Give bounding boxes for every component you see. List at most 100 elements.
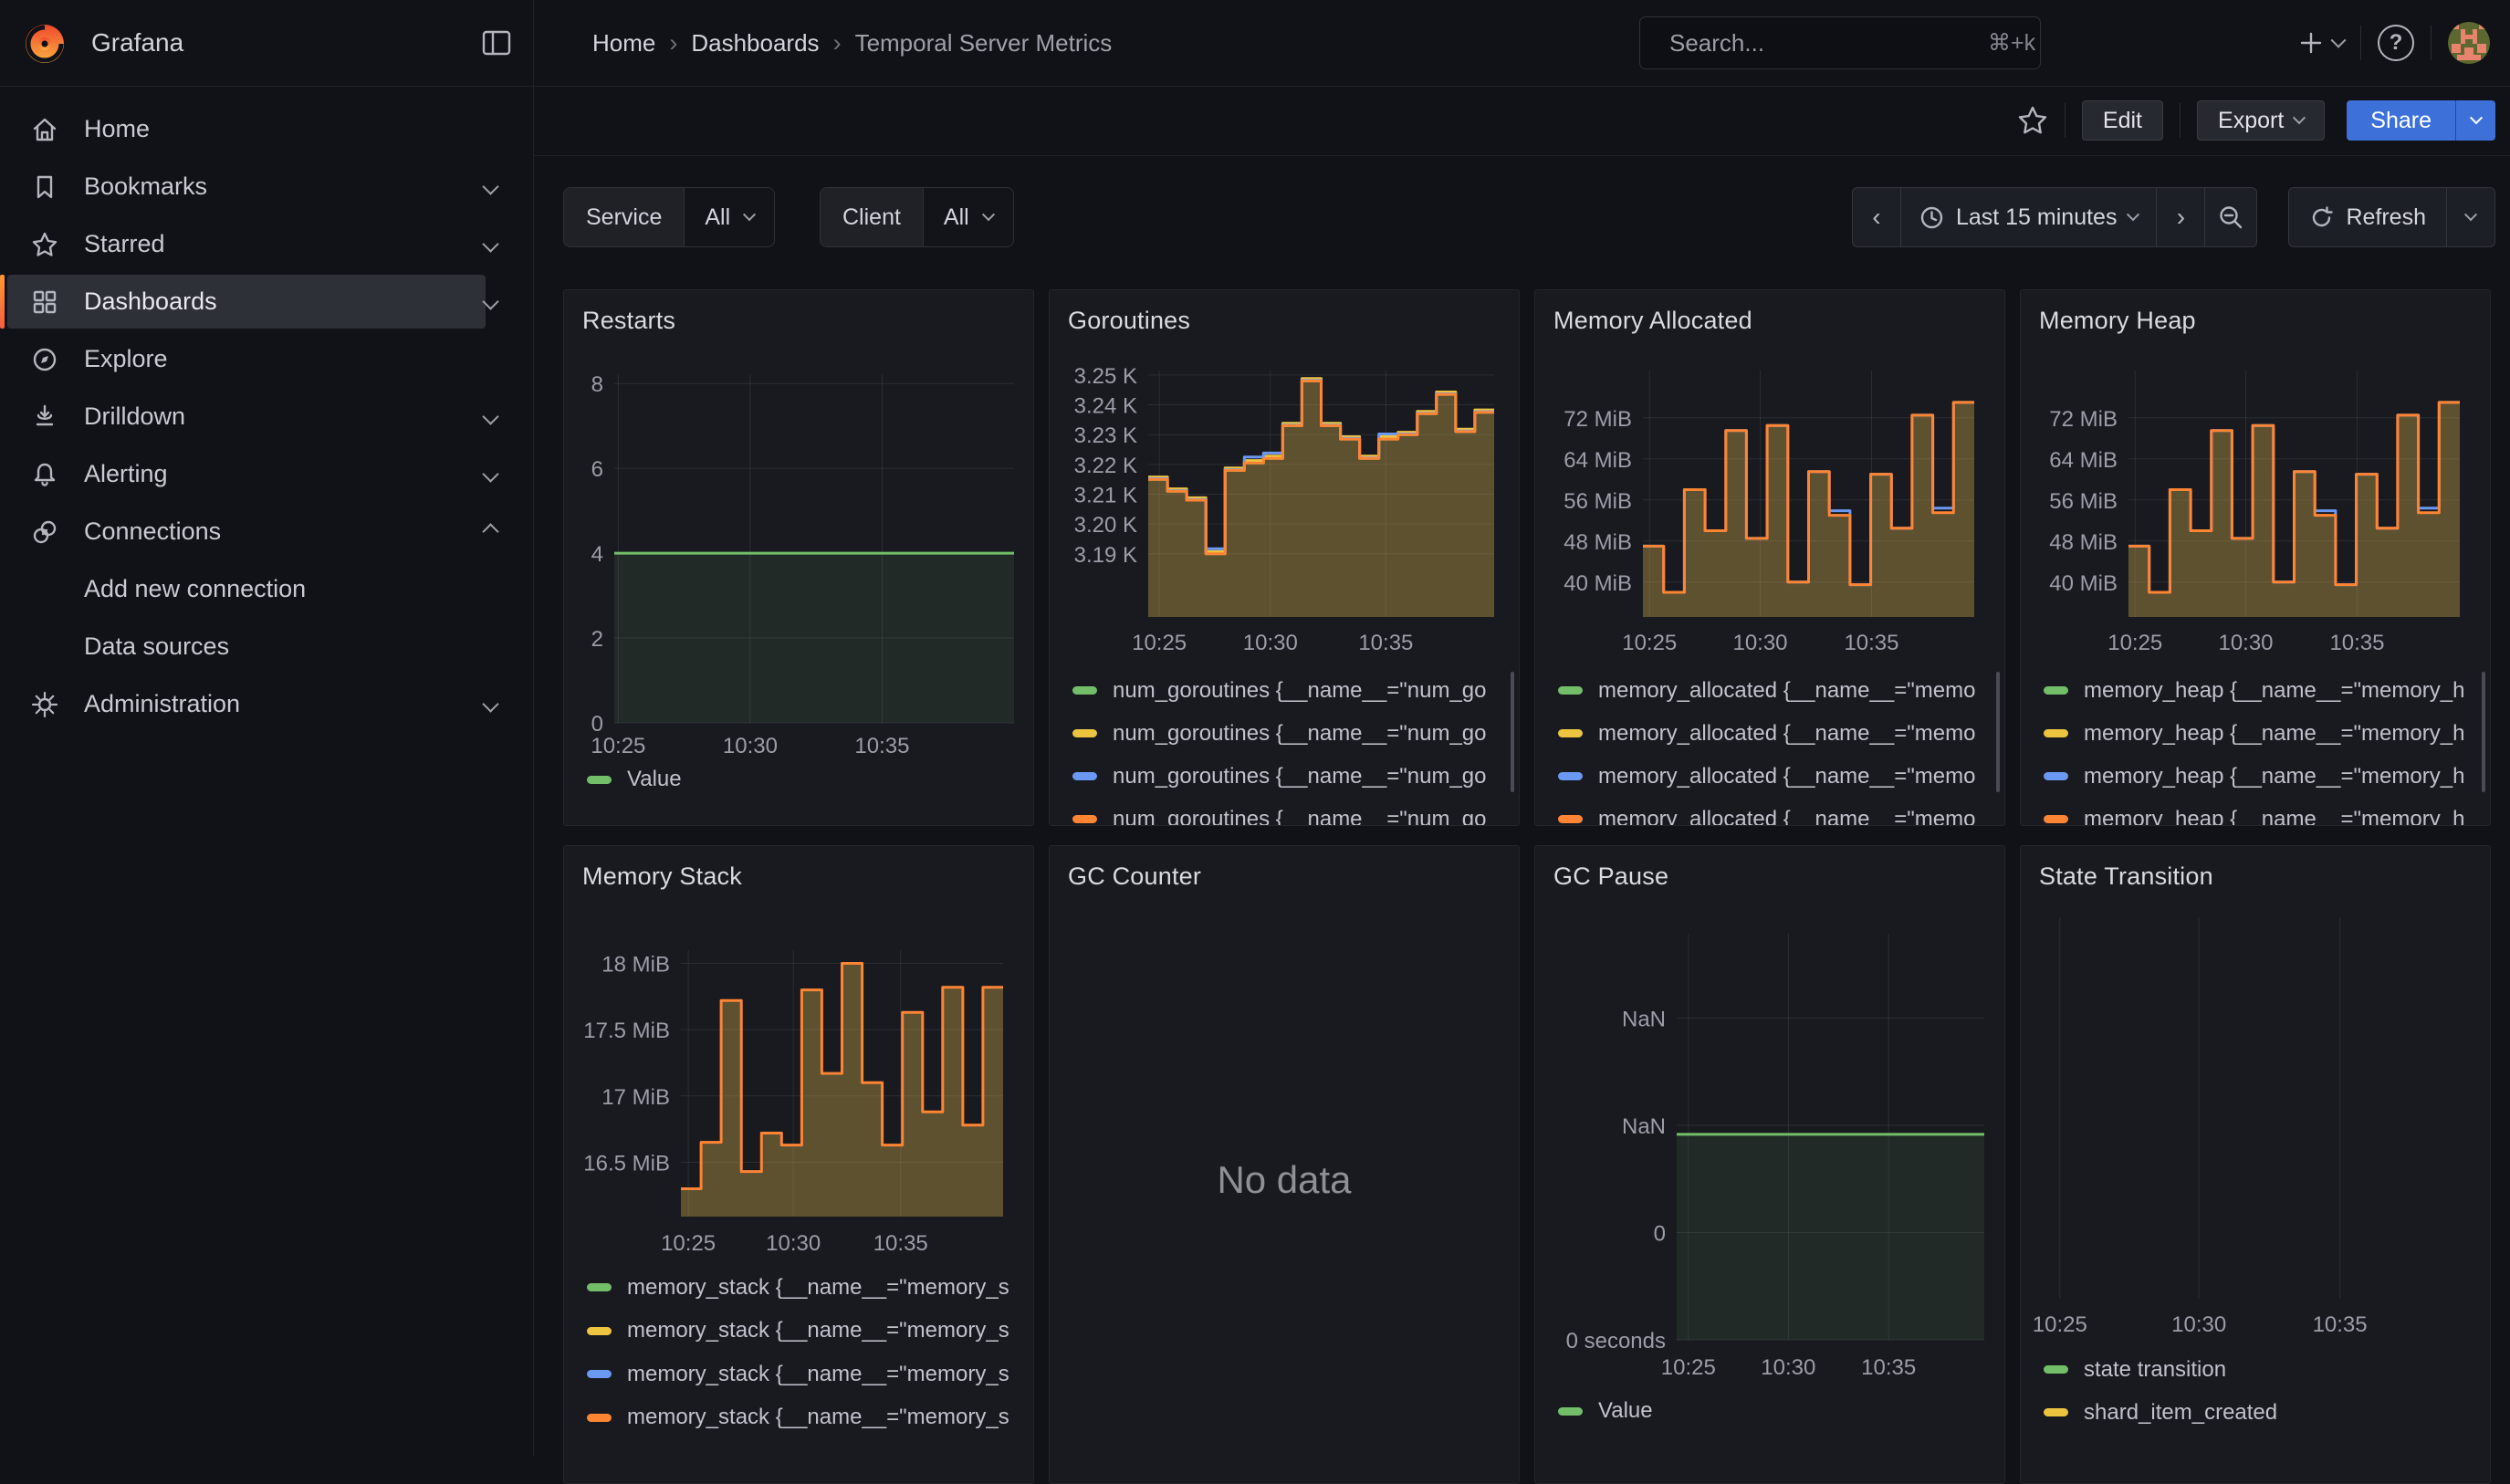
header-actions: ⌘+k ?: [1639, 0, 2490, 86]
sidebar-item-label: Starred: [84, 230, 165, 258]
legend-scrollbar[interactable]: [1511, 672, 1514, 792]
panel-title[interactable]: GC Counter: [1068, 862, 1201, 891]
legend-item[interactable]: num_goroutines {__name__="num_go: [1050, 755, 1519, 798]
service-filter-label: Service: [564, 188, 684, 246]
legend-swatch: [2044, 772, 2068, 780]
sidebar-item-administration[interactable]: Administration: [0, 675, 533, 733]
zoom-out-button[interactable]: [2204, 187, 2257, 247]
svg-text:6: 6: [591, 457, 603, 482]
chart-restarts[interactable]: 10:2510:3010:3586420: [564, 290, 1034, 826]
svg-text:10:30: 10:30: [723, 734, 778, 758]
connections-icon: [31, 518, 58, 546]
share-menu-button[interactable]: [2455, 100, 2495, 141]
legend-item[interactable]: memory_heap {__name__="memory_h: [2021, 669, 2490, 712]
avatar[interactable]: [2448, 22, 2490, 64]
service-filter: Service All: [563, 187, 775, 247]
share-label: Share: [2370, 108, 2432, 134]
search-input[interactable]: [1669, 29, 1975, 57]
legend: memory_heap {__name__="memory_h memory_h…: [2021, 669, 2490, 826]
time-range-picker[interactable]: Last 15 minutes: [1900, 187, 2158, 247]
drilldown-icon: [31, 403, 58, 431]
svg-text:16.5 MiB: 16.5 MiB: [583, 1151, 670, 1176]
legend-item[interactable]: shard_item_created: [2021, 1391, 2490, 1434]
share-button[interactable]: Share: [2347, 100, 2455, 141]
sidebar-item-explore[interactable]: Explore: [0, 330, 533, 388]
sidebar-item-add-new-connection[interactable]: Add new connection: [0, 560, 533, 618]
legend-item[interactable]: Value: [564, 765, 1033, 794]
edit-button[interactable]: Edit: [2082, 100, 2163, 141]
toolbar-border: [534, 155, 2510, 156]
svg-text:10:35: 10:35: [2329, 631, 2384, 655]
breadcrumb-separator: ›: [669, 29, 677, 57]
sidebar-item-label: Data sources: [84, 632, 229, 661]
refresh-interval-button[interactable]: [2446, 187, 2495, 247]
legend-item[interactable]: num_goroutines {__name__="num_go: [1050, 712, 1519, 755]
home-icon: [31, 116, 58, 143]
legend-item[interactable]: memory_heap {__name__="memory_h: [2021, 798, 2490, 826]
breadcrumb-dashboards[interactable]: Dashboards: [691, 29, 819, 57]
svg-text:10:25: 10:25: [661, 1231, 716, 1256]
legend-scrollbar[interactable]: [2482, 672, 2485, 792]
legend-item[interactable]: memory_stack {__name__="memory_s: [564, 1396, 1033, 1440]
grafana-logo[interactable]: [24, 22, 66, 64]
sidebar-item-home[interactable]: Home: [0, 100, 533, 158]
svg-text:17 MiB: 17 MiB: [601, 1085, 670, 1110]
help-button[interactable]: ?: [2378, 25, 2414, 61]
panel-toggle-icon[interactable]: [480, 26, 513, 59]
sidebar-item-starred[interactable]: Starred: [0, 215, 533, 273]
legend-item[interactable]: memory_stack {__name__="memory_s: [564, 1353, 1033, 1396]
panel-memory-heap: Memory Heap 10:2510:3010:3572 MiB64 MiB5…: [2020, 289, 2491, 826]
svg-text:10:30: 10:30: [1243, 631, 1298, 655]
breadcrumb-home[interactable]: Home: [592, 29, 655, 57]
divider: [2360, 26, 2361, 60]
legend-label: memory_stack {__name__="memory_s: [627, 1275, 1009, 1301]
search-box[interactable]: ⌘+k: [1639, 16, 2041, 69]
legend: state transition shard_item_created: [2021, 1348, 2490, 1434]
legend-item[interactable]: memory_allocated {__name__="memo: [1535, 755, 2004, 798]
chart-gc-pause[interactable]: 10:2510:3010:35NaNNaN00 seconds: [1535, 846, 2005, 1484]
star-icon[interactable]: [2017, 105, 2048, 136]
legend: memory_stack {__name__="memory_s memory_…: [564, 1266, 1033, 1439]
sidebar-item-bookmarks[interactable]: Bookmarks: [0, 158, 533, 215]
svg-text:3.25 K: 3.25 K: [1074, 364, 1137, 389]
legend-item[interactable]: memory_allocated {__name__="memo: [1535, 669, 2004, 712]
add-button[interactable]: [2298, 30, 2344, 56]
legend-item[interactable]: memory_heap {__name__="memory_h: [2021, 712, 2490, 755]
legend-item[interactable]: memory_heap {__name__="memory_h: [2021, 755, 2490, 798]
svg-text:NaN: NaN: [1622, 1007, 1666, 1031]
sidebar-item-dashboards[interactable]: Dashboards: [0, 273, 533, 330]
legend-item[interactable]: memory_stack {__name__="memory_s: [564, 1266, 1033, 1310]
time-shift-back-button[interactable]: ‹: [1852, 187, 1901, 247]
sidebar-divider: [533, 0, 534, 1457]
service-filter-value[interactable]: All: [684, 188, 774, 246]
svg-text:2: 2: [591, 627, 603, 652]
legend-item[interactable]: num_goroutines {__name__="num_go: [1050, 798, 1519, 826]
sidebar-item-label: Alerting: [84, 460, 168, 488]
sidebar-item-connections[interactable]: Connections: [0, 503, 533, 560]
chevron-down-icon: [482, 408, 498, 424]
time-shift-forward-button[interactable]: ›: [2156, 187, 2205, 247]
legend-item[interactable]: state transition: [2021, 1348, 2490, 1391]
legend-swatch: [587, 776, 612, 784]
sidebar-item-drilldown[interactable]: Drilldown: [0, 388, 533, 445]
legend-item[interactable]: memory_allocated {__name__="memo: [1535, 712, 2004, 755]
sidebar-item-data-sources[interactable]: Data sources: [0, 618, 533, 675]
legend-swatch: [2044, 1408, 2068, 1416]
legend-label: num_goroutines {__name__="num_go: [1113, 807, 1487, 827]
chevron-down-icon: [482, 465, 498, 482]
legend-swatch: [1558, 1407, 1583, 1416]
sidebar-item-alerting[interactable]: Alerting: [0, 445, 533, 503]
legend-item[interactable]: memory_stack {__name__="memory_s: [564, 1310, 1033, 1353]
client-filter-value[interactable]: All: [923, 188, 1013, 246]
chevron-down-icon: [2331, 33, 2347, 48]
legend-swatch: [587, 1283, 612, 1291]
export-button[interactable]: Export: [2197, 100, 2325, 141]
legend-scrollbar[interactable]: [1996, 672, 2000, 792]
legend-item[interactable]: memory_allocated {__name__="memo: [1535, 798, 2004, 826]
legend-item[interactable]: num_goroutines {__name__="num_go: [1050, 669, 1519, 712]
refresh-button[interactable]: Refresh: [2288, 187, 2447, 247]
sidebar-nav: Home Bookmarks Starred Dashboards Explor…: [0, 86, 533, 733]
legend-item[interactable]: Value: [1535, 1396, 2004, 1426]
client-filter-label: Client: [821, 188, 923, 246]
clock-icon: [1919, 205, 1944, 230]
